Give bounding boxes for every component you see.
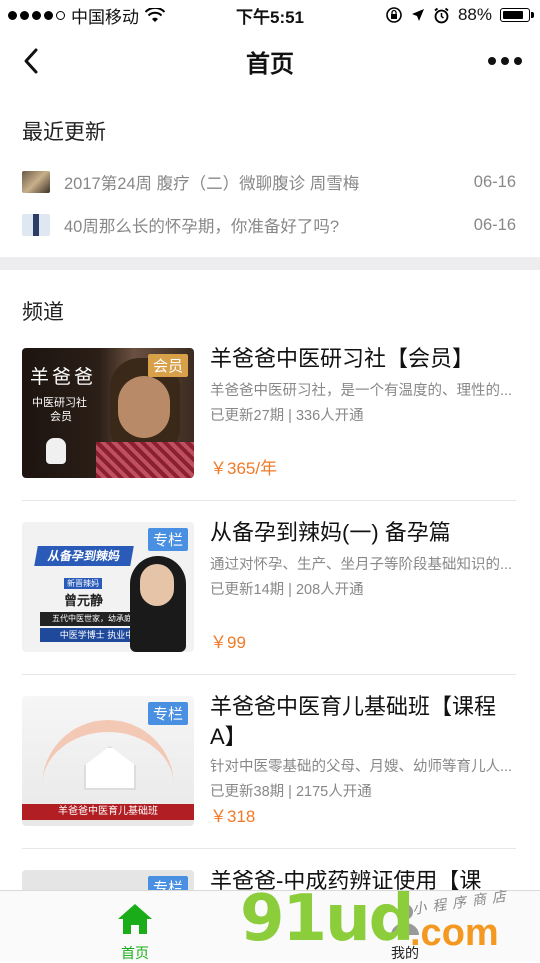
channel-stats: 已更新38期 | 2175人开通 xyxy=(210,784,372,800)
channel-description: 针对中医零基础的父母、月嫂、幼师等育儿人... xyxy=(210,759,513,775)
channel-stats: 已更新14期 | 208人开通 xyxy=(210,582,364,598)
channel-cover-image: 羊爸爸 中医研习社 会员 会员 xyxy=(22,348,194,478)
home-icon xyxy=(118,904,152,934)
navigation-bar: 首页 xyxy=(0,30,540,92)
cover-banner: 从备孕到辣妈 xyxy=(34,546,134,566)
column-tag: 专栏 xyxy=(147,528,188,551)
user-icon xyxy=(391,904,419,935)
tab-mine[interactable]: 我的 xyxy=(270,891,540,961)
cover-name: 曾元静 xyxy=(64,593,104,608)
status-time: 下午5:51 xyxy=(235,7,305,27)
update-title: 40周那么长的怀孕期，你准备好了吗? xyxy=(64,218,340,236)
channel-price: ￥99 xyxy=(210,633,246,652)
battery-percent: 88% xyxy=(457,5,492,24)
update-thumbnail xyxy=(22,214,50,236)
chevron-left-icon xyxy=(24,48,38,74)
alarm-icon xyxy=(434,7,449,23)
carrier-label: 中国移动 xyxy=(71,7,139,27)
channel-description: 通过对怀孕、生产、坐月子等阶段基础知识的... xyxy=(210,557,513,573)
channel-stats: 已更新27期 | 336人开通 xyxy=(210,408,364,424)
more-horizontal-icon xyxy=(488,57,496,65)
update-thumbnail xyxy=(22,171,50,193)
channel-card[interactable]: 羊爸爸中医育儿基础班 专栏 羊爸爸中医育儿基础班【课程A】 针对中医零基础的父母… xyxy=(22,694,516,826)
channel-title: 羊爸爸中医研习社【会员】 xyxy=(210,346,475,371)
channel-price: ￥365/年 xyxy=(210,459,278,478)
section-separator xyxy=(0,257,540,270)
channels-heading: 频道 xyxy=(22,301,64,324)
battery-icon xyxy=(500,8,534,22)
divider xyxy=(22,500,516,501)
channel-title: 羊爸爸-中成药辨证使用【课 xyxy=(210,870,482,890)
divider xyxy=(22,848,516,849)
update-date: 06-16 xyxy=(473,215,516,234)
channel-cover-image: 专栏 xyxy=(22,870,194,890)
recent-update-item[interactable]: 40周那么长的怀孕期，你准备好了吗? 06-16 xyxy=(22,208,516,242)
tab-home-label: 首页 xyxy=(121,945,149,961)
cover-title: 羊爸爸 xyxy=(30,366,97,388)
back-button[interactable] xyxy=(12,42,50,80)
channel-description: 羊爸爸中医研习社，是一个有温度的、理性的... xyxy=(210,383,513,399)
tab-bar: 首页 我的 xyxy=(0,890,540,961)
tab-home[interactable]: 首页 xyxy=(0,891,270,961)
status-bar: 中国移动 下午5:51 88% xyxy=(0,0,540,30)
channel-card[interactable]: 羊爸爸 中医研习社 会员 会员 羊爸爸中医研习社【会员】 羊爸爸中医研习社，是一… xyxy=(22,346,516,478)
column-tag: 专栏 xyxy=(147,702,188,725)
more-options-button[interactable] xyxy=(488,42,522,80)
signal-strength-icon xyxy=(8,10,65,20)
tab-mine-label: 我的 xyxy=(391,945,419,961)
wifi-icon xyxy=(145,7,165,22)
divider xyxy=(22,674,516,675)
goat-logo-icon xyxy=(46,438,66,464)
member-tag: 会员 xyxy=(147,354,188,377)
recent-update-item[interactable]: 2017第24周 腹疗（二）微聊腹诊 周雪梅 06-16 xyxy=(22,165,516,199)
channel-title: 羊爸爸中医育儿基础班【课程A】 xyxy=(210,694,497,749)
channel-price: ￥318 xyxy=(210,807,256,826)
channel-card[interactable]: 专栏 羊爸爸-中成药辨证使用【课 xyxy=(22,870,516,890)
orientation-lock-icon xyxy=(386,7,402,23)
page-title: 首页 xyxy=(246,50,294,78)
cover-banner: 羊爸爸中医育儿基础班 xyxy=(22,804,194,820)
update-date: 06-16 xyxy=(473,172,516,191)
cover-subtitle: 会员 xyxy=(50,411,72,423)
update-title: 2017第24周 腹疗（二）微聊腹诊 周雪梅 xyxy=(64,175,360,193)
channel-cover-image: 从备孕到辣妈 新晋辣妈 曾元静 五代中医世家，幼承庭训 中医学博士 执业中医师 … xyxy=(22,522,194,652)
column-tag: 专栏 xyxy=(147,876,188,890)
channel-title: 从备孕到辣妈(一) 备孕篇 xyxy=(210,520,451,545)
channel-cover-image: 羊爸爸中医育儿基础班 专栏 xyxy=(22,696,194,826)
recent-updates-heading: 最近更新 xyxy=(22,121,106,144)
channel-card[interactable]: 从备孕到辣妈 新晋辣妈 曾元静 五代中医世家，幼承庭训 中医学博士 执业中医师 … xyxy=(22,520,516,652)
location-icon xyxy=(411,9,424,21)
